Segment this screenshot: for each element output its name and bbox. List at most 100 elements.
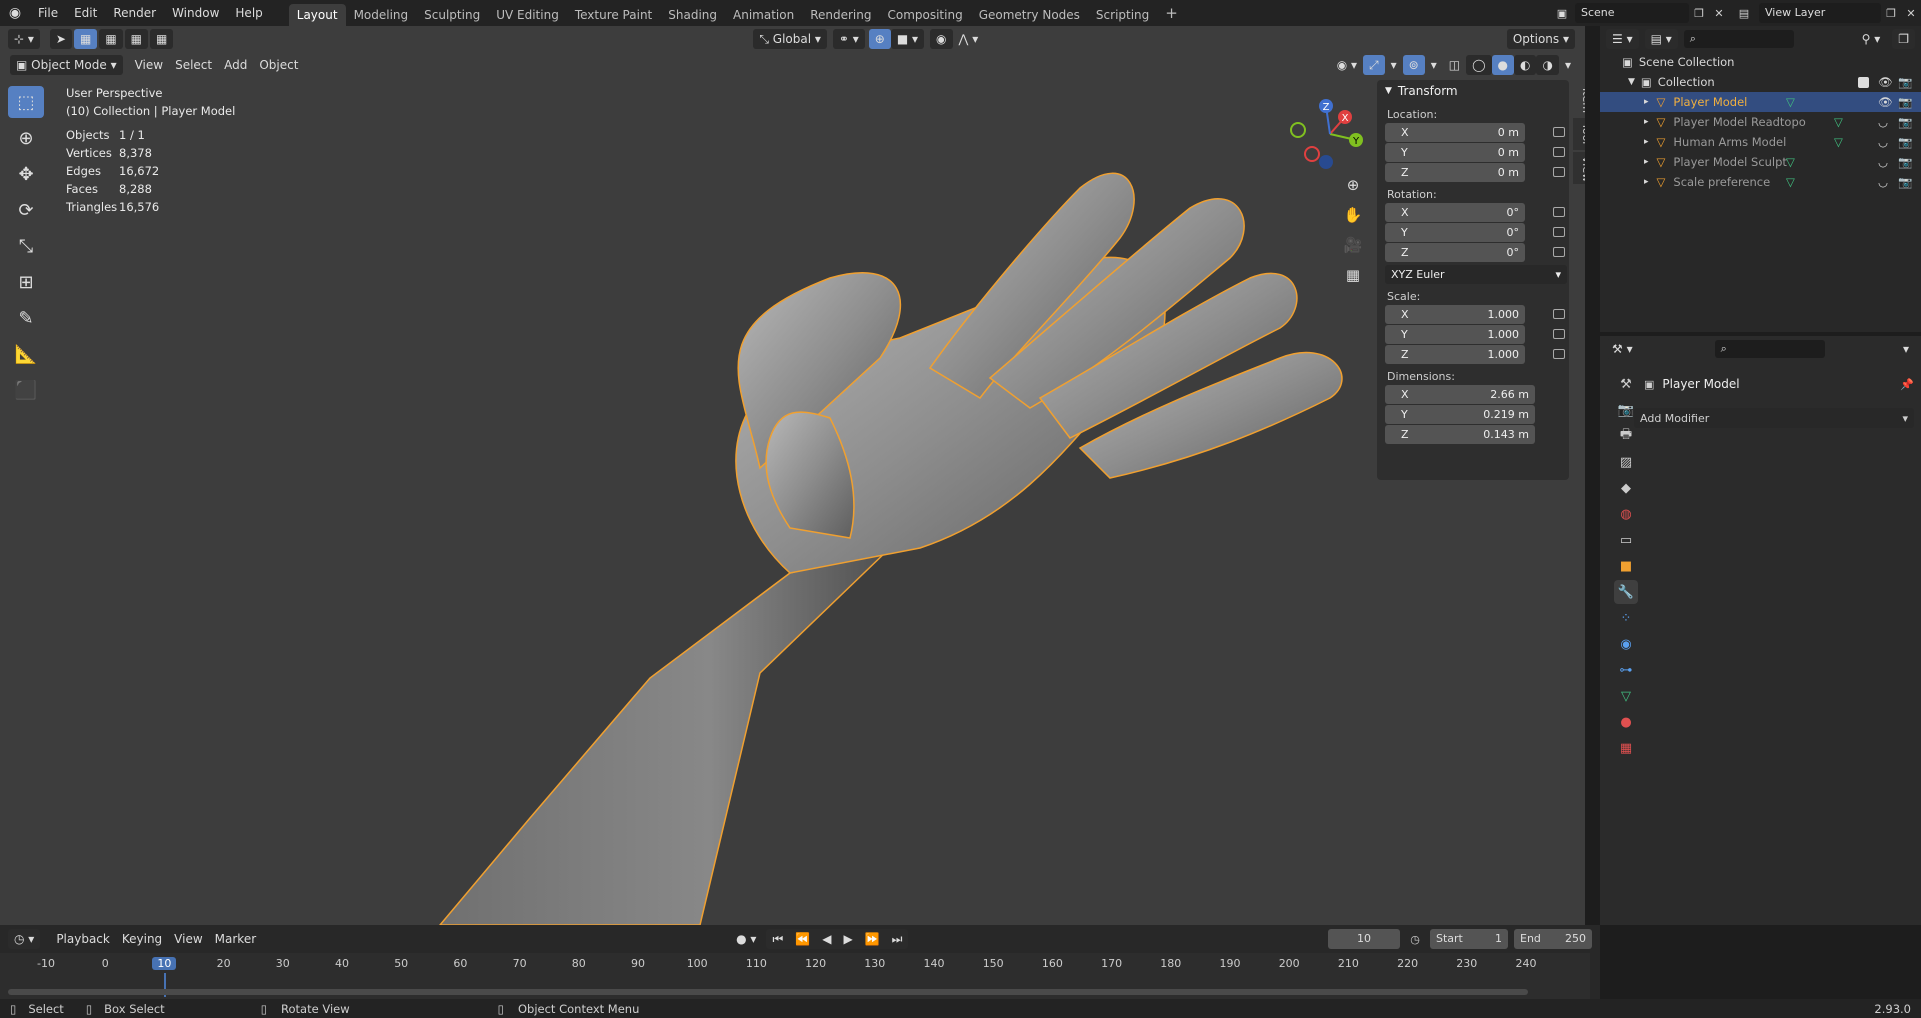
world-tab-icon[interactable]: ◍: [1614, 502, 1638, 526]
lock-icon[interactable]: [1553, 147, 1565, 157]
viewport-menu-view[interactable]: View: [129, 55, 169, 75]
timeline-menu-playback[interactable]: Playback: [50, 929, 116, 949]
tab-uv-editing[interactable]: UV Editing: [488, 4, 567, 26]
view-layer-tab-icon[interactable]: ▨: [1614, 450, 1638, 474]
location-x-field[interactable]: X 0 m: [1385, 123, 1565, 142]
visibility-eye-icon[interactable]: 👁: [1878, 75, 1893, 89]
viewport-menu-add[interactable]: Add: [218, 55, 253, 75]
play-reverse-icon[interactable]: ◀: [816, 929, 837, 949]
visibility-eye-icon[interactable]: ◡: [1878, 155, 1888, 169]
tab-shading[interactable]: Shading: [660, 4, 725, 26]
menu-edit[interactable]: Edit: [66, 0, 105, 26]
annotate-tool-icon[interactable]: ✎: [8, 302, 44, 334]
proportional-editing-icon[interactable]: ◉: [930, 29, 953, 49]
sidebar-tab-view[interactable]: View: [1573, 152, 1585, 184]
shading-material-icon[interactable]: ◐: [1514, 55, 1537, 75]
gizmo-dropdown-icon[interactable]: ▾: [1385, 55, 1403, 75]
render-camera-icon[interactable]: 📷: [1898, 135, 1912, 149]
render-camera-icon[interactable]: 📷: [1898, 155, 1912, 169]
output-tab-icon[interactable]: 🖶: [1614, 424, 1638, 448]
timeline-editor-type-button[interactable]: ◷ ▾: [8, 929, 41, 949]
outliner-item[interactable]: ▸ ▽ Player Model ▽ 👁 📷: [1600, 92, 1921, 112]
material-tab-icon[interactable]: ●: [1614, 710, 1638, 734]
collection-checkbox[interactable]: [1858, 76, 1869, 88]
outliner-item[interactable]: ▸ ▽ Player Model Sculpt ▽ ◡ 📷: [1600, 152, 1921, 172]
new-scene-icon[interactable]: ❐: [1689, 7, 1709, 20]
zoom-icon[interactable]: ⊕: [1340, 170, 1366, 200]
scene-collection-row[interactable]: ▣ Scene Collection: [1600, 52, 1921, 72]
transform-tool-icon[interactable]: ⊞: [8, 266, 44, 298]
timeline-menu-keying[interactable]: Keying: [116, 929, 168, 949]
falloff-icon[interactable]: ⋀ ▾: [953, 29, 985, 49]
modifier-tab-icon[interactable]: 🔧: [1614, 580, 1638, 604]
constraints-tab-icon[interactable]: ⊶: [1614, 658, 1638, 682]
tab-geometry-nodes[interactable]: Geometry Nodes: [971, 4, 1088, 26]
visibility-eye-icon[interactable]: ◡: [1878, 135, 1888, 149]
dimensions-y-field[interactable]: Y 0.219 m: [1385, 405, 1535, 424]
outliner-item[interactable]: ▸ ▽ Scale preference ▽ ◡ 📷: [1600, 172, 1921, 192]
expand-chevron-icon[interactable]: ▸: [1644, 157, 1649, 167]
tab-animation[interactable]: Animation: [725, 4, 802, 26]
scale-x-field[interactable]: X 1.000: [1385, 305, 1565, 324]
expand-chevron-icon[interactable]: ▸: [1644, 97, 1649, 107]
lock-icon[interactable]: [1553, 207, 1565, 217]
view-layer-icon[interactable]: ▤: [1729, 7, 1759, 20]
jump-start-icon[interactable]: ⏮: [766, 929, 789, 949]
location-y-field[interactable]: Y 0 m: [1385, 143, 1565, 162]
select-box-tool-icon[interactable]: ⬚: [8, 86, 44, 118]
mesh-data-icon[interactable]: ▽: [1786, 95, 1795, 109]
ortho-grid-icon[interactable]: ▦: [1340, 260, 1366, 290]
editor-type-button[interactable]: ⊹ ▾: [8, 29, 40, 49]
overlay-toggle-icon[interactable]: ⊚: [1402, 55, 1425, 75]
shading-wireframe-icon[interactable]: ◯: [1466, 55, 1492, 75]
collection-row[interactable]: ▼ ▣ Collection 👁 📷: [1600, 72, 1921, 92]
gizmo-neg-y-axis[interactable]: [1290, 122, 1306, 138]
timeline-scrollbar[interactable]: [8, 989, 1528, 995]
delete-view-layer-icon[interactable]: ✕: [1901, 7, 1921, 20]
current-frame-field[interactable]: 10: [1328, 929, 1400, 949]
new-view-layer-icon[interactable]: ❐: [1881, 7, 1901, 20]
select-mode-extend-icon[interactable]: ▦: [99, 29, 123, 49]
jump-keyframe-back-icon[interactable]: ⏪: [789, 929, 816, 949]
particles-tab-icon[interactable]: ⁘: [1614, 606, 1638, 630]
viewport-menu-select[interactable]: Select: [169, 55, 218, 75]
add-workspace-button[interactable]: +: [1157, 2, 1186, 24]
gizmo-toggle-icon[interactable]: ⤢: [1363, 55, 1385, 75]
object-tab-icon[interactable]: ■: [1614, 554, 1638, 578]
lock-icon[interactable]: [1553, 309, 1565, 319]
rotation-mode-dropdown[interactable]: XYZ Euler ▾: [1385, 265, 1567, 284]
add-cube-tool-icon[interactable]: ⬛: [8, 374, 44, 406]
select-mode-invert-icon[interactable]: ▦: [150, 29, 174, 49]
visibility-eye-icon[interactable]: 👁: [1878, 95, 1893, 109]
mesh-data-icon[interactable]: ▽: [1834, 115, 1843, 129]
display-mode-button[interactable]: ▤ ▾: [1644, 29, 1678, 49]
properties-editor-type-button[interactable]: ⚒ ▾: [1606, 339, 1639, 359]
pivot-point-dropdown[interactable]: ⚭ ▾: [832, 29, 865, 49]
transform-header[interactable]: ▼ Transform: [1377, 80, 1569, 102]
mesh-data-icon[interactable]: ▽: [1786, 155, 1795, 169]
options-dropdown[interactable]: Options ▾: [1506, 29, 1575, 49]
scene-selector-icon[interactable]: ▣: [1549, 7, 1575, 20]
physics-tab-icon[interactable]: ◉: [1614, 632, 1638, 656]
sidebar-tab-tool[interactable]: Tool: [1573, 118, 1585, 150]
view-layer-field[interactable]: View Layer: [1759, 3, 1881, 23]
3d-viewport[interactable]: ⊹ ▾ ➤ ▦ ▦ ▦ ▦ ⤡ Global ▾ ⚭ ▾ ⊕ ■ ▾ ◉ ⋀ ▾…: [0, 26, 1585, 925]
lock-icon[interactable]: [1553, 329, 1565, 339]
snap-target-dropdown[interactable]: ■ ▾: [890, 29, 925, 49]
end-frame-field[interactable]: End 250: [1514, 929, 1592, 949]
menu-help[interactable]: Help: [227, 0, 270, 26]
sidebar-tab-item[interactable]: Item: [1573, 84, 1585, 116]
lock-icon[interactable]: [1553, 167, 1565, 177]
viewport-menu-object[interactable]: Object: [253, 55, 304, 75]
select-tool-icon[interactable]: ➤: [49, 29, 72, 49]
menu-render[interactable]: Render: [105, 0, 164, 26]
expand-chevron-icon[interactable]: ▼: [1628, 77, 1635, 87]
jump-keyframe-forward-icon[interactable]: ⏩: [859, 929, 886, 949]
gizmo-neg-x-axis[interactable]: [1304, 146, 1320, 162]
move-tool-icon[interactable]: ✥: [8, 158, 44, 190]
shading-dropdown-icon[interactable]: ▾: [1559, 55, 1577, 75]
render-camera-icon[interactable]: 📷: [1898, 95, 1912, 109]
lock-icon[interactable]: [1553, 247, 1565, 257]
overlay-dropdown-icon[interactable]: ▾: [1425, 55, 1443, 75]
jump-end-icon[interactable]: ⏭: [886, 929, 909, 949]
